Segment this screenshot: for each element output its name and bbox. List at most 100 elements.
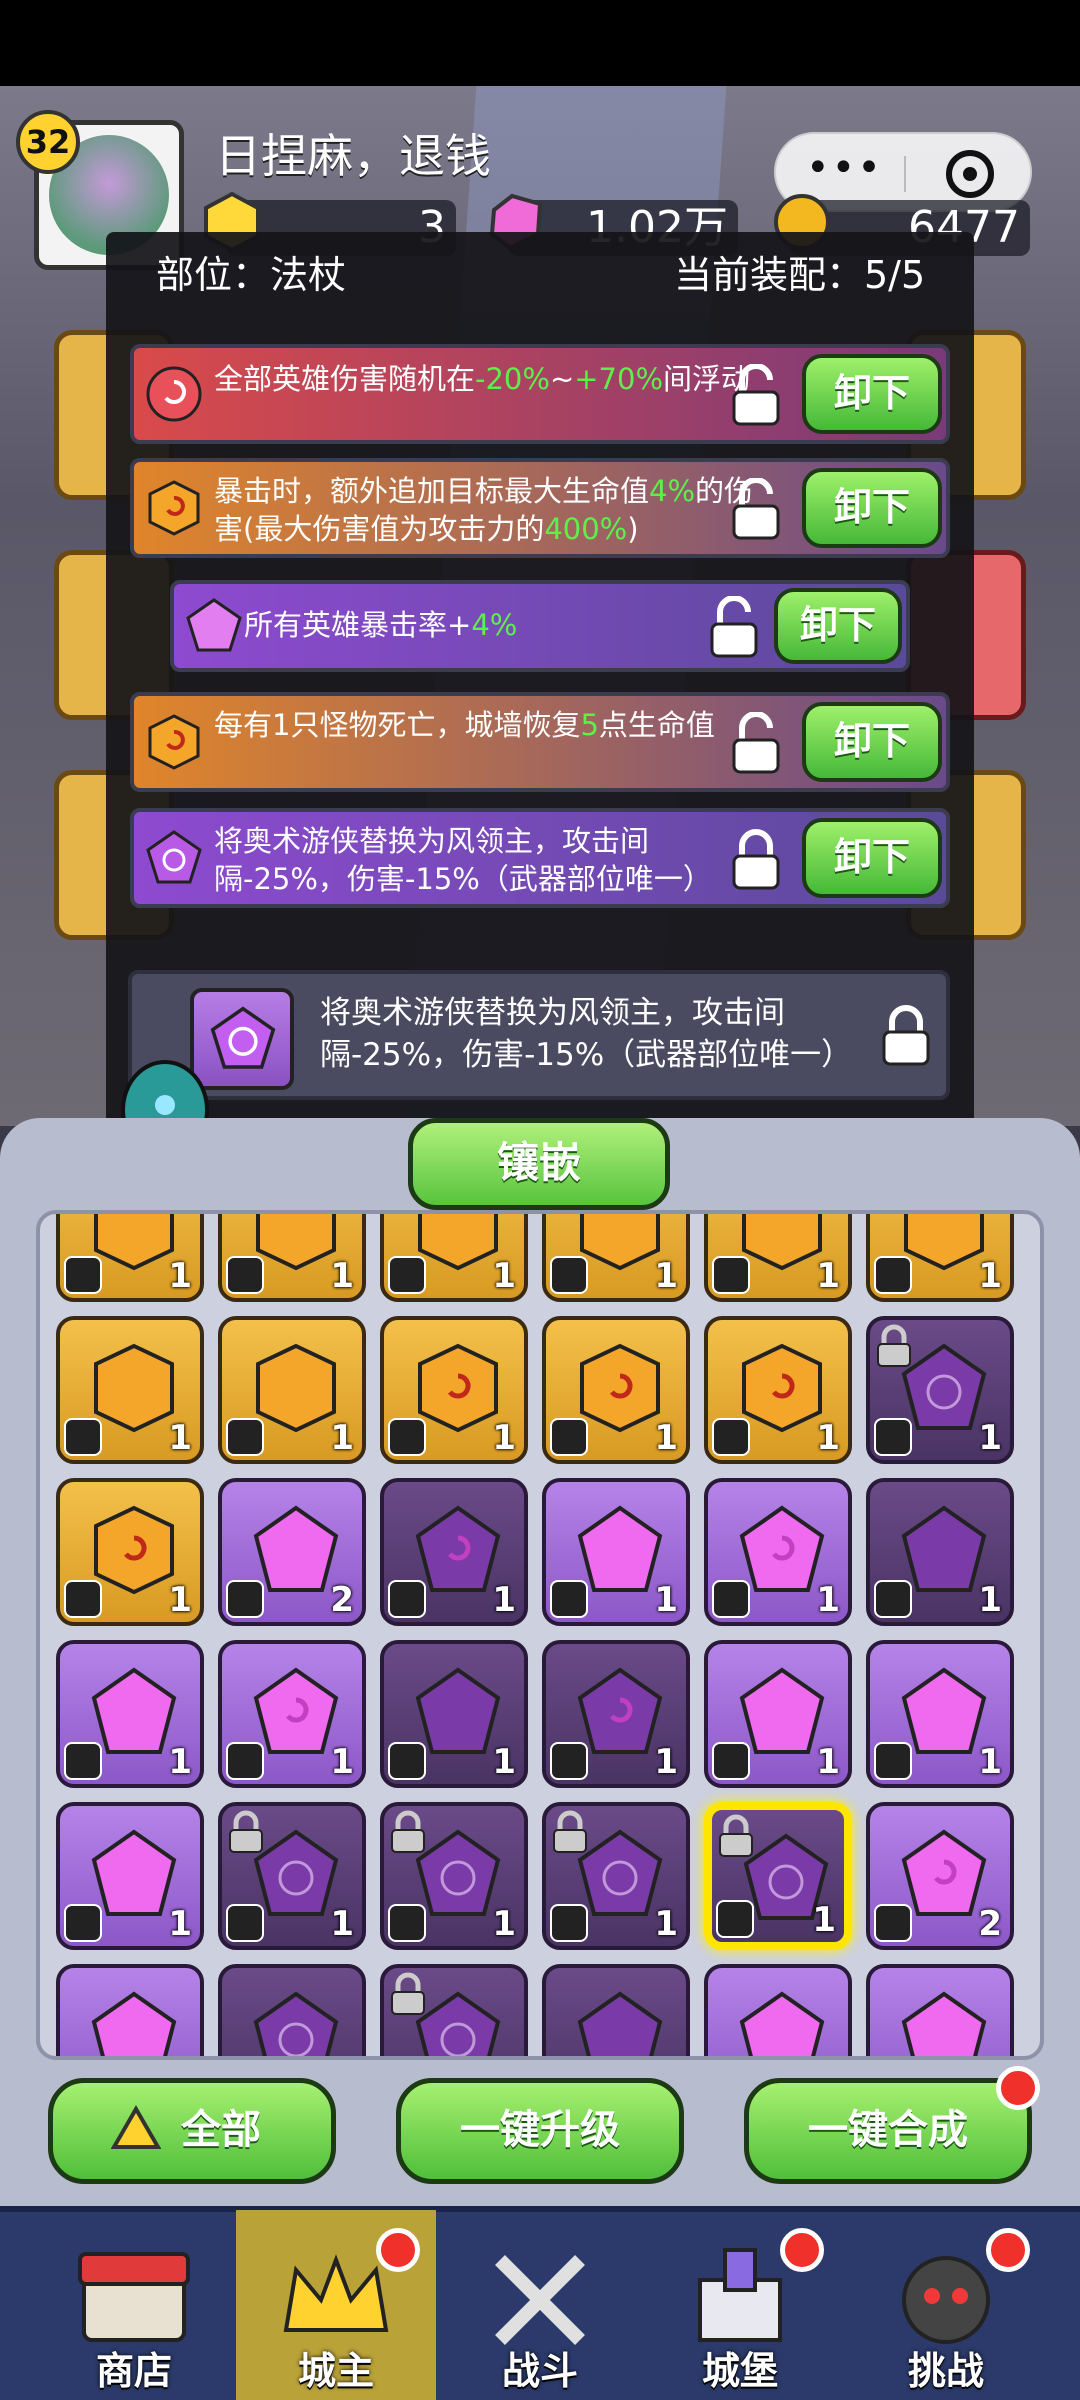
gem-count: 1 [330, 1904, 354, 1944]
gem-inventory-cell[interactable]: 2 [866, 1802, 1014, 1950]
gem-inventory-grid[interactable]: 1 1 1 1 1 1 1 1 1 1 1 1 1 2 1 1 1 1 1 1 1 1 1 1 1 1 1 1 1 2 [36, 1210, 1044, 2060]
gem-inventory-cell[interactable]: 1 [380, 1478, 528, 1626]
unlocked-padlock-icon[interactable] [706, 596, 762, 660]
boot-slot-icon [550, 1742, 588, 1780]
staff-slot-icon [388, 1904, 426, 1942]
gem-count: 1 [168, 1580, 192, 1620]
gem-inventory-cell[interactable]: 1 [218, 1802, 366, 1950]
boot-slot-icon [550, 1256, 588, 1294]
crown-slot-icon [226, 1580, 264, 1618]
equipped-gem-row: 全部英雄伤害随机在-20%~+70%间浮动 卸下 [130, 344, 950, 444]
gem-inventory-cell[interactable]: 1 [542, 1316, 690, 1464]
gem-inventory-cell[interactable]: 1 [866, 1640, 1014, 1788]
gem-inventory-cell[interactable]: 1 [56, 1478, 204, 1626]
boot-slot-icon [712, 1742, 750, 1780]
unload-button[interactable]: 卸下 [802, 818, 942, 898]
locked-padlock-icon[interactable] [878, 1004, 934, 1068]
gem-count: 2 [330, 1580, 354, 1620]
status-bar [0, 0, 1080, 86]
unlocked-padlock-icon[interactable] [728, 712, 784, 776]
nav-tab-0[interactable]: 商店 [34, 2210, 234, 2400]
boot-slot-icon [712, 1256, 750, 1294]
nav-tab-1[interactable]: 城主 [236, 2210, 436, 2400]
gem-count: 1 [978, 1418, 1002, 1458]
gem-count: 1 [654, 1580, 678, 1620]
gem-count: 1 [812, 1900, 836, 1940]
unlocked-padlock-icon[interactable] [728, 478, 784, 542]
gem-inventory-cell[interactable] [704, 1964, 852, 2056]
gem-inventory-cell[interactable]: 1 [704, 1478, 852, 1626]
upgrade-all-button[interactable]: 一键升级 [396, 2078, 684, 2184]
locked-padlock-icon [553, 1810, 587, 1853]
player-level-badge: 32 [16, 110, 80, 174]
gem-inventory-cell[interactable] [218, 1964, 366, 2056]
capsule-divider [904, 156, 906, 192]
gem-inventory-cell[interactable]: 1 [380, 1214, 528, 1302]
notification-dot [986, 2228, 1030, 2272]
gem-inventory-cell[interactable]: 1 [704, 1802, 852, 1950]
gem-inventory-cell[interactable]: 1 [218, 1316, 366, 1464]
staff-slot-icon [716, 1900, 754, 1938]
nav-tab-4[interactable]: 挑战 [846, 2210, 1046, 2400]
nav-tab-2[interactable]: 战斗 [440, 2210, 640, 2400]
gem-inventory-cell[interactable]: 1 [542, 1478, 690, 1626]
gem-effect-text: 将奥术游侠替换为风领主，攻击间隔-25%，伤害-15%（武器部位唯一） [214, 824, 712, 896]
gem-count: 1 [978, 1580, 1002, 1620]
gem-inventory-cell[interactable]: 1 [218, 1214, 366, 1302]
gem-inventory-cell[interactable]: 1 [704, 1316, 852, 1464]
locked-padlock-icon [229, 1810, 263, 1853]
staff-slot-icon [64, 1904, 102, 1942]
gem-inventory-cell[interactable] [380, 1964, 528, 2056]
gem-count: 1 [492, 1742, 516, 1782]
ring-slot-icon [874, 1418, 912, 1456]
unload-button[interactable]: 卸下 [802, 468, 942, 548]
orange-gem-icon [148, 480, 200, 536]
gem-inventory-cell[interactable]: 1 [542, 1802, 690, 1950]
gem-inventory-cell[interactable]: 1 [866, 1316, 1014, 1464]
staff-slot-icon [550, 1418, 588, 1456]
gem-inventory-cell[interactable]: 1 [380, 1802, 528, 1950]
selected-gem-detail: 将奥术游侠替换为风领主，攻击间隔-25%，伤害-15%（武器部位唯一） [128, 970, 950, 1100]
gem-count: 1 [978, 1742, 1002, 1782]
inlay-button[interactable]: 镶嵌 [408, 1118, 670, 1210]
gem-effect-text: 每有1只怪物死亡，城墙恢复5点生命值 [214, 708, 715, 742]
more-options-icon[interactable]: ••• [806, 148, 883, 188]
unload-button[interactable]: 卸下 [774, 588, 902, 664]
crown-slot-icon [550, 1580, 588, 1618]
gem-inventory-cell[interactable] [542, 1964, 690, 2056]
gem-inventory-cell[interactable]: 1 [866, 1478, 1014, 1626]
gem-inventory-cell[interactable]: 1 [542, 1214, 690, 1302]
merge-all-button[interactable]: 一键合成 [744, 2078, 1032, 2184]
gem-inventory-cell[interactable]: 1 [56, 1214, 204, 1302]
gem-inventory-cell[interactable] [56, 1964, 204, 2056]
gem-inventory-cell[interactable]: 1 [218, 1640, 366, 1788]
gem-inventory-cell[interactable]: 2 [218, 1478, 366, 1626]
gem-inventory-cell[interactable]: 1 [380, 1640, 528, 1788]
gem-count: 1 [330, 1256, 354, 1296]
notification-dot [996, 2066, 1040, 2110]
unload-button[interactable]: 卸下 [802, 702, 942, 782]
gem-inventory-cell[interactable]: 1 [704, 1214, 852, 1302]
gem-inventory-cell[interactable]: 1 [56, 1640, 204, 1788]
nav-tab-3[interactable]: 城堡 [640, 2210, 840, 2400]
gem-inventory-cell[interactable]: 1 [380, 1316, 528, 1464]
gem-inventory-cell[interactable] [866, 1964, 1014, 2056]
slot-label: 部位：法杖 [156, 253, 347, 297]
unload-button[interactable]: 卸下 [802, 354, 942, 434]
gem-inventory-cell[interactable]: 1 [56, 1316, 204, 1464]
armor-slot-icon [64, 1742, 102, 1780]
boot-slot-icon [64, 1418, 102, 1456]
purple-rune-gem-icon [146, 830, 202, 884]
filter-all-button[interactable]: 全部 [48, 2078, 336, 2184]
gem-inventory-cell[interactable]: 1 [866, 1214, 1014, 1302]
gem-count: 1 [330, 1418, 354, 1458]
unlocked-padlock-icon[interactable] [728, 364, 784, 428]
gem-count: 1 [168, 1418, 192, 1458]
gem-inventory-cell[interactable]: 1 [704, 1640, 852, 1788]
close-miniprogram-icon[interactable] [946, 150, 994, 198]
locked-padlock-icon[interactable] [728, 828, 784, 892]
staff-slot-icon [388, 1418, 426, 1456]
gem-count: 1 [816, 1418, 840, 1458]
gem-inventory-cell[interactable]: 1 [56, 1802, 204, 1950]
gem-inventory-cell[interactable]: 1 [542, 1640, 690, 1788]
